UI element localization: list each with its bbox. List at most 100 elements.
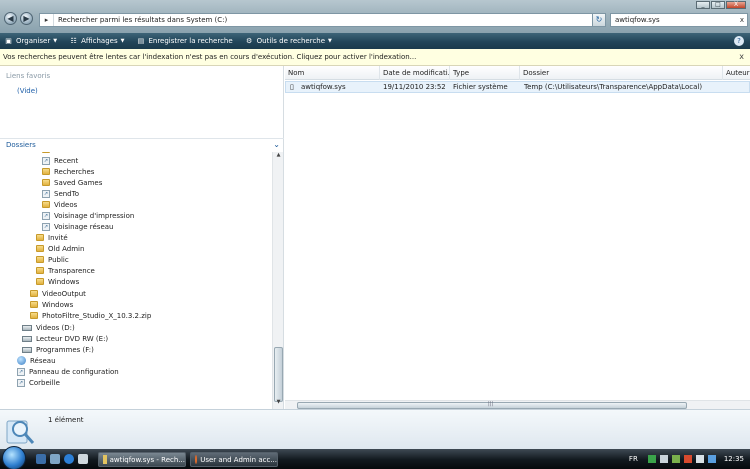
column-header-type[interactable]: Type [450,66,520,80]
search-tools-icon: ⚙ [246,36,253,45]
folder-tree-label: Transparence [48,266,95,275]
folder-icon [36,256,44,263]
folder-tree-label: Videos (D:) [36,323,75,332]
address-bar[interactable]: ▸ Rechercher parmi les résultats dans Sy… [39,13,604,27]
chevron-down-icon: ▼ [328,38,332,44]
folder-tree-item[interactable]: Old Admin [36,243,84,254]
folder-tree: MusicPictures↗RecentRecherchesSaved Game… [0,152,272,409]
quick-launch-more-icon[interactable] [78,454,88,464]
search-tools-menu[interactable]: ⚙ Outils de recherche ▼ [245,37,332,46]
folder-tree-label: Saved Games [54,178,103,187]
favorite-links-title: Liens favoris [6,72,51,80]
scroll-up-icon[interactable]: ▲ [273,152,284,162]
taskbar: awtiqfow.sys - Rech... User and Admin ac… [0,446,750,469]
connection-icon[interactable] [707,455,716,463]
hard-drive-icon [22,324,32,331]
network-icon[interactable] [659,455,668,463]
taskbar-button-label: awtiqfow.sys - Rech... [109,455,185,464]
folder-tree-label: Videos [54,200,78,209]
save-search-button[interactable]: ▤ Enregistrer la recherche [136,36,233,46]
organize-icon: ▣ [5,36,12,45]
info-bar-message: Vos recherches peuvent être lentes car l… [3,53,417,61]
folder-tree-item[interactable]: ↗ Voisinage d'impression [42,210,134,221]
folder-tree-item[interactable]: Public [36,254,69,265]
minimize-button[interactable]: _ [696,1,710,9]
speaker-icon[interactable] [695,455,704,463]
close-button[interactable]: X [726,1,746,9]
security-icon[interactable] [671,455,680,463]
internet-explorer-icon[interactable] [64,454,74,464]
indexing-info-bar[interactable]: Vos recherches peuvent être lentes car l… [0,49,750,66]
tray-app-icon[interactable] [647,455,656,463]
file-list-horizontal-scrollbar[interactable]: ||| [285,400,750,409]
folder-tree-scrollbar[interactable]: ▲ ▼ [272,152,283,409]
folder-tree-item[interactable]: Réseau [17,355,56,366]
folder-tree-item[interactable]: Saved Games [42,177,102,188]
folder-tree-item[interactable]: Lecteur DVD RW (E:) [22,333,108,344]
clock[interactable]: 12:35 [724,455,744,463]
shortcut-folder-icon: ↗ [42,189,50,198]
clear-search-button[interactable]: x [740,16,744,24]
maximize-button[interactable]: □ [711,1,725,9]
shortcut-folder-icon: ↗ [42,211,50,220]
folder-tree-item[interactable]: Videos (D:) [22,322,75,333]
save-search-icon: ▤ [137,36,145,45]
show-desktop-icon[interactable] [36,454,46,464]
hard-drive-icon [22,346,32,353]
folder-tree-item[interactable]: Invité [36,232,68,243]
folder-tree-item[interactable]: Videos [42,199,77,210]
column-headers: Nom Date de modificati... Type Dossier A… [285,66,750,80]
antivirus-icon[interactable] [683,455,692,463]
column-header-authors[interactable]: Auteurs [723,66,750,80]
folder-tree-item[interactable]: ↗ Corbeille [17,377,60,388]
search-input[interactable]: awtiqfow.sys [611,16,660,24]
folders-title: Dossiers [6,141,36,149]
folder-tree-item[interactable]: ↗ SendTo [42,188,79,199]
folder-tree-item[interactable]: ↗ Voisinage réseau [42,221,113,232]
forward-button[interactable]: ▶ [20,12,33,25]
taskbar-button-browser[interactable]: User and Admin acc... [190,452,278,467]
file-row[interactable]: ▯ awtiqfow.sys 19/11/2010 23:52 Fichier … [285,81,750,93]
folder-tree-item[interactable]: Windows [30,299,73,310]
column-header-folder[interactable]: Dossier [520,66,723,80]
folder-tree-label: Pictures [54,152,82,154]
folders-header[interactable]: Dossiers ⌄ [0,138,284,151]
arrow-right-icon: ▶ [23,14,30,23]
switch-windows-icon[interactable] [50,454,60,464]
file-type: Fichier système [453,83,508,91]
scroll-down-icon[interactable]: ▼ [273,399,284,409]
folder-tree-item[interactable]: Recherches [42,166,94,177]
chevron-right-icon[interactable]: ▸ [40,14,54,26]
affichages-menu[interactable]: ☷ Affichages ▼ [69,37,124,46]
folder-tree-label: Public [48,255,69,264]
folder-tree-label: Invité [48,233,68,242]
address-path: Rechercher parmi les résultats dans Syst… [58,16,228,24]
recycle-bin-icon: ↗ [17,378,25,387]
taskbar-button-explorer[interactable]: awtiqfow.sys - Rech... [98,452,186,467]
folder-tree-label: Recent [54,156,79,165]
back-button[interactable]: ◀ [4,12,17,25]
info-bar-close-button[interactable]: x [739,52,744,61]
folder-tree-item[interactable]: ↗ Panneau de configuration [17,366,119,377]
organiser-menu[interactable]: ▣ Organiser ▼ [4,37,57,46]
zip-folder-icon [30,312,38,319]
language-indicator[interactable]: FR [629,455,638,463]
folder-tree-item[interactable]: PhotoFiltre_Studio_X_10.3.2.zip [30,310,151,321]
folder-tree-item[interactable]: Transparence [36,265,95,276]
scroll-thumb[interactable] [274,347,283,402]
help-button[interactable]: ? [734,36,744,46]
folder-icon [36,234,44,241]
column-header-name[interactable]: Nom [285,66,380,80]
folder-tree-item[interactable]: VideoOutput [30,288,86,299]
start-button[interactable] [2,446,26,469]
folder-tree-label: Lecteur DVD RW (E:) [36,334,109,343]
folder-tree-item[interactable]: ↗ Recent [42,155,78,166]
folder-tree-item[interactable]: Windows [36,276,79,287]
column-header-date[interactable]: Date de modificati... [380,66,450,80]
folder-tree-item[interactable]: Programmes (F:) [22,344,94,355]
folder-icon [30,301,38,308]
network-icon [17,356,26,365]
folder-tree-label: Windows [42,300,74,309]
refresh-button[interactable]: ↻ [592,13,606,27]
search-box[interactable]: awtiqfow.sys x [610,13,748,27]
